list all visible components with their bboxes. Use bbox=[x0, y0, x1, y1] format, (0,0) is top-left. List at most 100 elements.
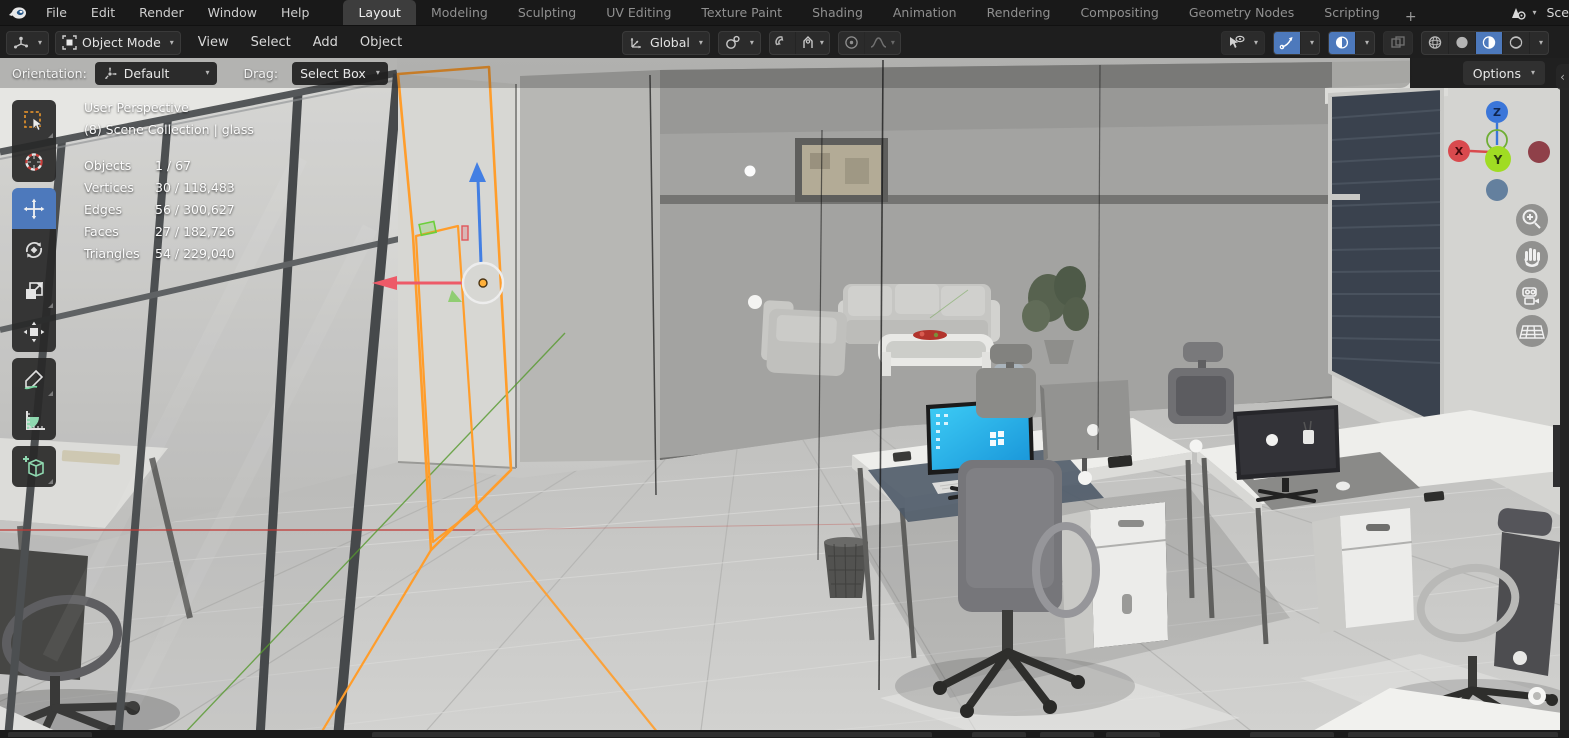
snap-toggle-button[interactable] bbox=[770, 31, 795, 55]
menu-window[interactable]: Window bbox=[196, 0, 269, 25]
mode-selector[interactable]: Object Mode ▾ bbox=[55, 31, 181, 55]
scene-icon[interactable] bbox=[1508, 4, 1528, 22]
status-bar bbox=[0, 730, 1569, 738]
falloff-curve-icon bbox=[870, 35, 887, 50]
overlays-dropdown[interactable]: ▾ bbox=[1355, 31, 1374, 55]
viewport-header: ▾ Object Mode ▾ View Select Add Object G… bbox=[0, 25, 1569, 58]
blender-logo[interactable] bbox=[0, 5, 34, 21]
topbar: File Edit Render Window Help Layout Mode… bbox=[0, 0, 1569, 25]
xray-toggle[interactable] bbox=[1383, 31, 1413, 55]
collapse-left-icon: ‹ bbox=[1560, 70, 1565, 84]
tab-texture-paint[interactable]: Texture Paint bbox=[686, 0, 797, 25]
3d-cursor-icon bbox=[22, 150, 46, 174]
scene-statistics: Objects 1 / 67 Vertices 30 / 118,483 Edg… bbox=[84, 158, 254, 268]
tool-add-cube[interactable] bbox=[12, 446, 56, 487]
axis-neg-z-ball[interactable] bbox=[1486, 179, 1508, 201]
window-blinds bbox=[1330, 88, 1442, 428]
editor-type-button[interactable]: ▾ bbox=[6, 31, 49, 55]
zoom-button[interactable] bbox=[1516, 204, 1548, 236]
stat-triangles: Triangles 54 / 229,040 bbox=[84, 246, 254, 268]
chevron-down-icon: ▾ bbox=[170, 39, 174, 47]
tab-geometry-nodes[interactable]: Geometry Nodes bbox=[1174, 0, 1309, 25]
proportional-falloff-dropdown[interactable]: ▾ bbox=[864, 31, 900, 55]
camera-view-button[interactable] bbox=[1516, 278, 1548, 310]
gizmo-icon bbox=[1279, 35, 1295, 50]
menu-add[interactable]: Add bbox=[302, 35, 349, 50]
shading-dropdown[interactable]: ▾ bbox=[1529, 31, 1548, 55]
menu-view[interactable]: View bbox=[187, 35, 240, 50]
shading-solid-button[interactable] bbox=[1448, 31, 1475, 55]
snap-target-icon bbox=[801, 35, 816, 50]
wireframe-sphere-icon bbox=[1427, 35, 1443, 50]
axis-navigation-gizmo[interactable]: Z X Y bbox=[1448, 101, 1550, 201]
add-workspace-button[interactable]: + bbox=[1395, 9, 1427, 25]
shading-wireframe-button[interactable] bbox=[1422, 31, 1448, 55]
tab-layout[interactable]: Layout bbox=[343, 0, 416, 25]
tool-transform[interactable] bbox=[12, 311, 56, 352]
shading-rendered-button[interactable] bbox=[1502, 31, 1529, 55]
light-object-dot[interactable] bbox=[745, 166, 756, 177]
proportional-edit-toggle[interactable] bbox=[839, 31, 864, 55]
add-cube-icon bbox=[21, 454, 47, 480]
tab-rendering[interactable]: Rendering bbox=[972, 0, 1066, 25]
menu-edit[interactable]: Edit bbox=[79, 0, 127, 25]
drawer-unit-right bbox=[1312, 508, 1414, 634]
tab-compositing[interactable]: Compositing bbox=[1065, 0, 1173, 25]
sidebar-collapse-tab[interactable]: ‹ bbox=[1556, 64, 1569, 90]
stat-label: Objects bbox=[84, 158, 155, 180]
tab-animation[interactable]: Animation bbox=[878, 0, 972, 25]
stat-vertices: Vertices 30 / 118,483 bbox=[84, 180, 254, 202]
workspace-tabs: Layout Modeling Sculpting UV Editing Tex… bbox=[343, 0, 1426, 25]
tool-measure[interactable] bbox=[12, 399, 56, 440]
tool-scale[interactable] bbox=[12, 270, 56, 311]
shading-material-preview-button[interactable] bbox=[1475, 31, 1502, 55]
tab-shading[interactable]: Shading bbox=[797, 0, 878, 25]
pivot-point-dropdown[interactable]: ▾ bbox=[718, 31, 761, 55]
menu-render[interactable]: Render bbox=[127, 0, 196, 25]
stat-label: Triangles bbox=[84, 246, 155, 268]
menu-file[interactable]: File bbox=[34, 0, 79, 25]
snap-to-dropdown[interactable]: ▾ bbox=[795, 31, 829, 55]
stat-label: Edges bbox=[84, 202, 155, 224]
magnet-icon bbox=[775, 35, 790, 50]
measure-icon bbox=[22, 408, 46, 432]
orientation-label: Orientation: bbox=[12, 66, 87, 81]
menu-object[interactable]: Object bbox=[349, 35, 413, 50]
tool-cursor[interactable] bbox=[12, 141, 56, 182]
tool-rotate[interactable] bbox=[12, 229, 56, 270]
tool-options-indicator bbox=[48, 391, 53, 396]
scene-name[interactable]: Sce bbox=[1537, 5, 1569, 20]
mode-selector-label: Object Mode bbox=[82, 35, 161, 50]
gizmo-dropdown[interactable]: ▾ bbox=[1300, 31, 1319, 55]
stat-value: 56 / 300,627 bbox=[155, 202, 235, 224]
axis-neg-x-ball[interactable] bbox=[1528, 141, 1550, 163]
tool-select-box[interactable] bbox=[12, 100, 56, 141]
tab-sculpting[interactable]: Sculpting bbox=[503, 0, 591, 25]
menu-help[interactable]: Help bbox=[269, 0, 322, 25]
drag-dropdown[interactable]: Select Box ▾ bbox=[292, 62, 388, 85]
proportional-edit-icon bbox=[844, 35, 859, 50]
transform-orientation-dropdown[interactable]: Global ▾ bbox=[622, 31, 710, 55]
tool-annotate[interactable] bbox=[12, 358, 56, 399]
transform-orientation-label: Global bbox=[650, 35, 690, 50]
selectability-visibility-dropdown[interactable]: ▾ bbox=[1221, 31, 1265, 55]
pan-button[interactable] bbox=[1516, 241, 1548, 273]
show-overlays-toggle[interactable] bbox=[1329, 31, 1355, 55]
transform-default-icon bbox=[103, 66, 118, 81]
tab-modeling[interactable]: Modeling bbox=[416, 0, 503, 25]
toggle-perspective-button[interactable] bbox=[1516, 315, 1548, 347]
tool-move[interactable] bbox=[12, 188, 56, 229]
tab-scripting[interactable]: Scripting bbox=[1309, 0, 1395, 25]
gizmo-plane-handle-red[interactable] bbox=[462, 226, 468, 240]
tab-uv-editing[interactable]: UV Editing bbox=[591, 0, 686, 25]
gizmo-plane-handle-green[interactable] bbox=[419, 221, 436, 235]
orientation-dropdown[interactable]: Default ▾ bbox=[95, 62, 218, 85]
stat-label: Vertices bbox=[84, 180, 155, 202]
trash-bin bbox=[824, 537, 868, 598]
stat-value: 30 / 118,483 bbox=[155, 180, 235, 202]
options-button[interactable]: Options ▾ bbox=[1463, 61, 1545, 85]
drag-value: Select Box bbox=[300, 66, 366, 81]
menu-select[interactable]: Select bbox=[240, 35, 302, 50]
show-gizmo-toggle[interactable] bbox=[1274, 31, 1300, 55]
orientation-axes-icon bbox=[629, 35, 645, 50]
